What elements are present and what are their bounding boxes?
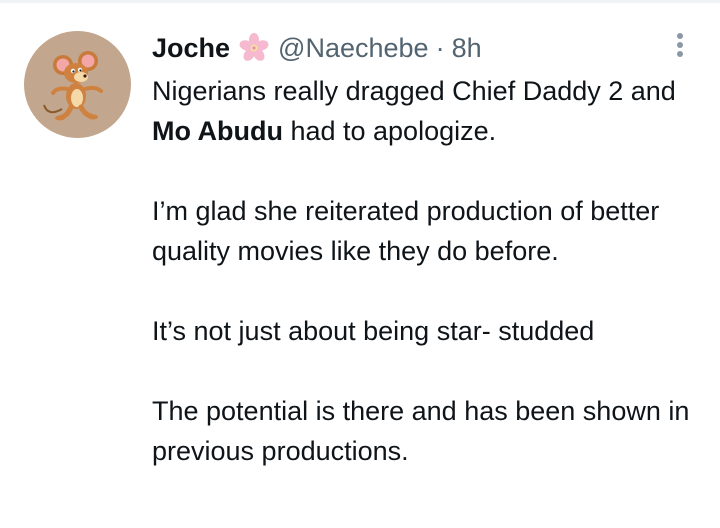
display-name[interactable]: Joche — [152, 33, 230, 64]
tweet-header: Joche @Naechebe · 8h — [152, 31, 482, 65]
jerry-mouse-avatar-icon — [43, 51, 103, 121]
tweet-text: Nigerians really dragged Chief Daddy 2 a… — [152, 71, 697, 471]
tweet-paragraph: Nigerians really dragged Chief Daddy 2 a… — [152, 71, 697, 151]
tweet-text-segment: had to apologize. — [282, 116, 497, 146]
tweet-paragraph: The potential is there and has been show… — [152, 396, 690, 466]
separator-dot: · — [435, 32, 445, 63]
bold-name: Mo Abudu — [152, 116, 283, 146]
timestamp[interactable]: 8h — [452, 33, 482, 64]
tweet-text-segment: Nigerians really dragged Chief Daddy 2 a… — [152, 76, 676, 106]
user-handle[interactable]: @Naechebe — [278, 33, 429, 64]
cherry-blossom-icon — [238, 32, 270, 64]
avatar[interactable] — [24, 31, 131, 138]
tweet-paragraph: It’s not just about being star- studded — [152, 316, 595, 346]
tweet[interactable]: Joche @Naechebe · 8h Nigerians really dr… — [0, 3, 720, 528]
more-options-icon[interactable] — [668, 33, 692, 61]
tweet-paragraph: I’m glad she reiterated production of be… — [152, 196, 660, 266]
